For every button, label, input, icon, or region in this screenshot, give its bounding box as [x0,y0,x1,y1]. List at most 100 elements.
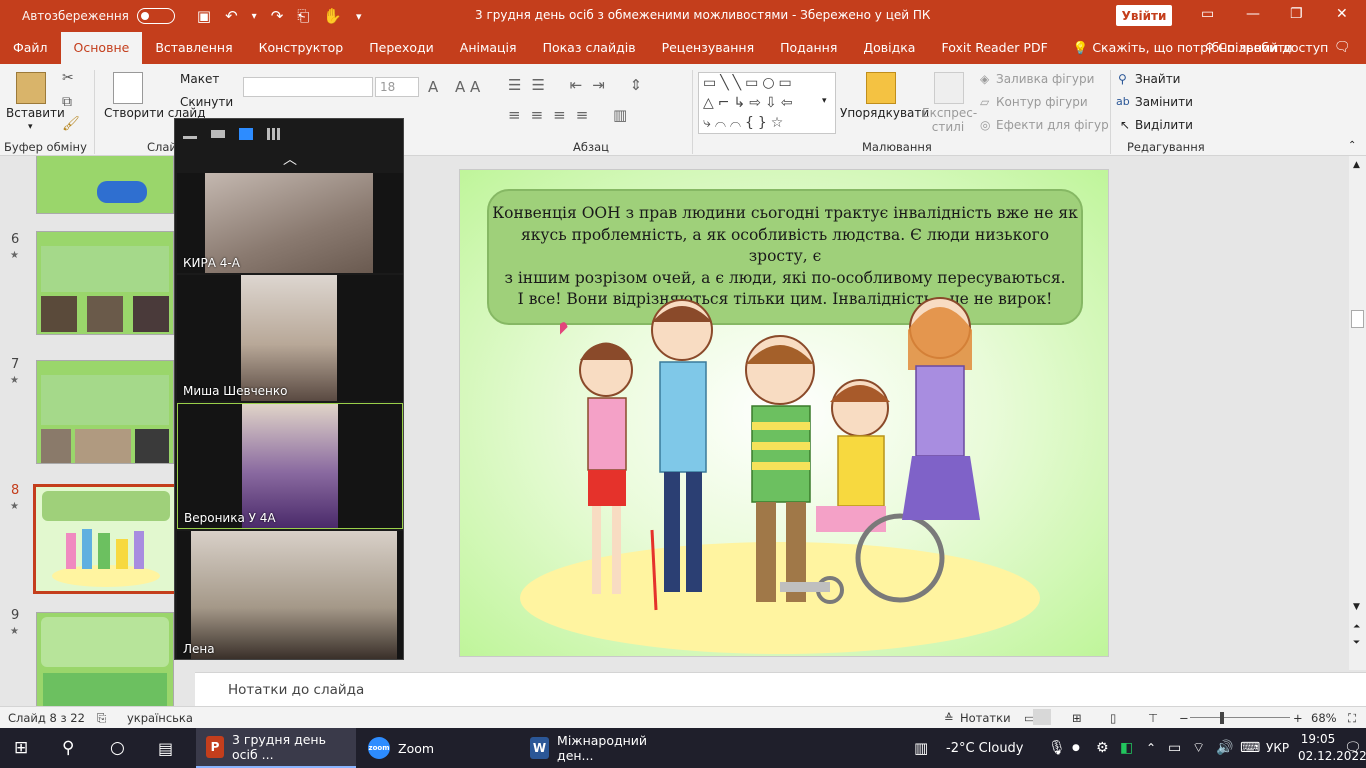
shape-effects-icon[interactable]: ◎ [980,118,990,132]
minimize-icon[interactable]: — [1246,6,1260,22]
align-icons[interactable]: ≡≡≡≡ ▥ [508,106,637,124]
speaker-view-icon[interactable] [211,130,225,138]
tab-file[interactable]: Файл [0,32,61,64]
vertical-scrollbar[interactable]: ▲ ▼ ⏶ ⏷ [1349,156,1366,670]
ribbon-display-icon[interactable]: ▭ [1201,6,1214,22]
new-slide-icon[interactable] [113,72,143,104]
zoom-in-icon[interactable]: + [1293,711,1303,725]
volume-icon[interactable]: 🔊 [1216,728,1233,768]
undo-dropdown-icon[interactable]: ▾ [252,11,257,22]
zoom-level[interactable]: 68% [1311,711,1337,725]
next-slide-icon[interactable]: ⏷ [1353,638,1360,648]
layout-button[interactable]: Макет [180,72,219,86]
copy-icon[interactable]: ⧉ [62,94,72,110]
zoom-video-panel[interactable]: ︿ КИРА 4-А Миша Шевченко Вероника У 4А Л… [174,118,404,660]
notifications-icon[interactable]: 🗨 [1344,728,1362,768]
replace-button[interactable]: Замінити [1135,95,1193,109]
slide-canvas[interactable]: Конвенція ООН з прав людини сьогодні тра… [459,169,1109,657]
font-grow-shrink-icons[interactable]: A A [428,78,471,96]
touch-mode-icon[interactable]: ✋ [323,7,342,25]
close-icon[interactable]: ✕ [1336,6,1348,22]
share-button[interactable]: ⚲ Спільний доступ [1205,32,1328,64]
scroll-up-chevron-icon[interactable]: ︿ [283,149,297,169]
battery-icon[interactable]: ▭ [1168,728,1181,768]
tab-slideshow[interactable]: Показ слайдів [530,32,649,64]
shape-fill-button[interactable]: Заливка фігури [996,72,1094,86]
tab-insert[interactable]: Вставлення [142,32,245,64]
quick-styles-button[interactable]: Експрес-стилі [922,106,977,134]
clear-formatting-icon[interactable]: A [470,78,486,96]
language-indicator[interactable]: українська [127,711,193,725]
shape-fill-icon[interactable]: ◈ [980,72,989,86]
present-from-start-icon[interactable]: ⎗ [297,7,309,25]
wifi-icon[interactable]: ⌔ [1192,728,1205,768]
reading-view-icon[interactable]: ▯ [1110,711,1116,725]
slide-thumbnails-pane[interactable]: 6 ★ 7 ★ 8 ★ 9 ★ [0,156,195,706]
strip-view-icon[interactable] [239,128,253,140]
font-name-field[interactable] [243,77,373,97]
spelling-icon[interactable]: ⎘ [97,711,106,726]
scroll-up-icon[interactable]: ▲ [1353,160,1360,170]
weather-label[interactable]: -2°C Cloudy [946,728,1024,768]
previous-slide-icon[interactable]: ⏶ [1353,622,1360,632]
app-tray-icon[interactable]: ◧ [1120,728,1133,768]
paste-icon[interactable] [16,72,46,104]
cut-icon[interactable]: ✂ [62,70,74,86]
tab-help[interactable]: Довідка [850,32,928,64]
zoom-slider-thumb[interactable] [1220,712,1224,724]
autosave-toggle[interactable] [136,8,175,24]
minimize-video-icon[interactable] [183,135,197,139]
zoom-tray-icon[interactable]: ● [1072,728,1080,768]
slide-thumbnail-5[interactable] [36,156,174,214]
taskbar-word[interactable]: W Міжнародний ден... [520,728,680,768]
tab-view[interactable]: Подання [767,32,850,64]
select-button[interactable]: Виділити [1135,118,1193,132]
windows-start-icon[interactable]: ⊞ [14,728,28,768]
shape-effects-button[interactable]: Ефекти для фігур [996,118,1109,132]
shape-outline-icon[interactable]: ▱ [980,95,989,109]
comments-icon[interactable]: 🗨 [1334,40,1351,55]
participant-video-tile[interactable]: Миша Шевченко [177,275,403,401]
paste-dropdown-icon[interactable]: ▾ [28,122,33,132]
participant-video-tile[interactable]: Лена [177,531,403,659]
tab-transitions[interactable]: Переходи [356,32,447,64]
task-view-icon[interactable]: ▤ [158,728,173,768]
scroll-down-icon[interactable]: ▼ [1353,602,1360,612]
participant-video-tile-active[interactable]: Вероника У 4А [177,403,403,529]
input-language[interactable]: УКР [1266,728,1289,768]
microphone-icon[interactable]: 🎙 [1048,728,1066,768]
shapes-more-icon[interactable]: ▾ [822,96,827,106]
slideshow-view-icon[interactable]: ⊤ [1148,711,1158,725]
zoom-out-icon[interactable]: − [1179,711,1189,725]
fit-to-window-icon[interactable]: ⛶ [1348,711,1356,726]
collapse-ribbon-icon[interactable]: ⌃ [1348,140,1356,151]
notes-pane[interactable]: Нотатки до слайда [195,672,1366,706]
notes-icon[interactable]: ≙ [944,711,954,725]
show-hidden-icons[interactable]: ⌃ [1146,728,1156,768]
slide-thumbnail-7[interactable] [36,360,174,464]
quick-styles-icon[interactable] [934,72,964,104]
shapes-gallery[interactable]: ▭╲╲▭○▭ △⌐↳⇨⇩⇦ ⤷⌒⌒{}☆ [698,72,836,134]
shape-row-1[interactable]: ▭╲╲▭○▭ [703,75,796,91]
scroll-thumb[interactable] [1351,310,1364,328]
arrange-icon[interactable] [866,72,896,104]
keyboard-icon[interactable]: ⌨ [1240,728,1260,768]
cortana-icon[interactable]: ○ [110,728,125,768]
paste-button[interactable]: Вставити [6,106,65,120]
slide-thumbnail-6[interactable] [36,231,174,335]
tab-home[interactable]: Основне [60,32,143,64]
taskbar-zoom[interactable]: zoom Zoom [358,728,518,768]
taskbar-powerpoint[interactable]: P 3 грудня день осіб ... [196,728,356,768]
tab-foxit[interactable]: Foxit Reader PDF [928,32,1060,64]
normal-view-icon[interactable] [1033,709,1051,725]
find-icon[interactable]: ⚲ [1118,72,1127,86]
tab-animations[interactable]: Анімація [447,32,530,64]
weather-icon[interactable]: ▥ [914,728,928,768]
save-icon[interactable]: ▣ [197,7,211,25]
shape-row-2[interactable]: △⌐↳⇨⇩⇦ [703,95,796,111]
font-size-field[interactable]: 18 [375,77,419,97]
participant-video-tile[interactable]: КИРА 4-А [177,173,403,273]
arrange-button[interactable]: Упорядкувати [840,106,929,120]
undo-icon[interactable]: ↶ [225,7,238,25]
shape-outline-button[interactable]: Контур фігури [996,95,1088,109]
